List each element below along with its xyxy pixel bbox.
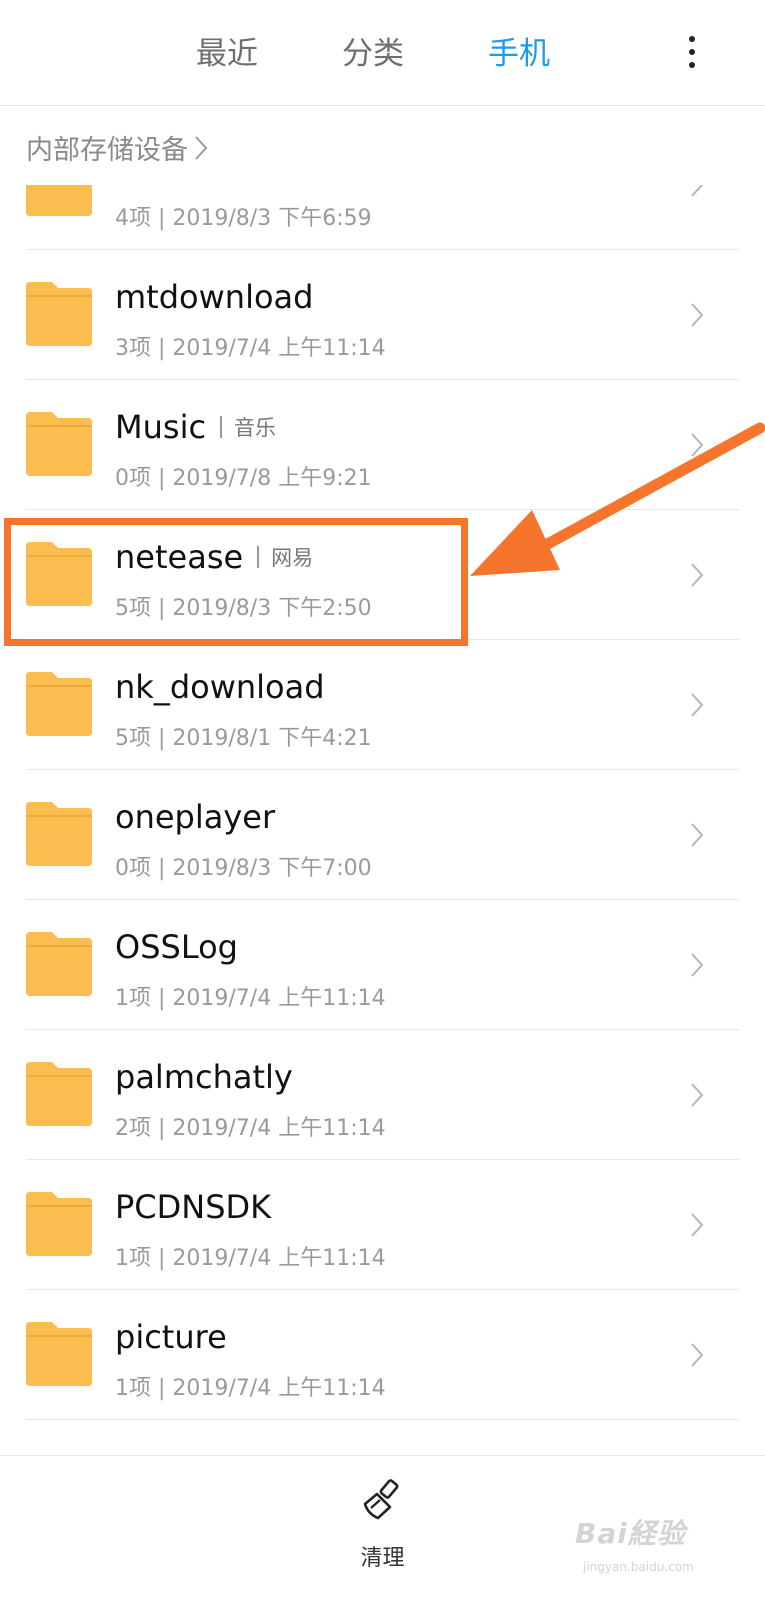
broom-icon (363, 1479, 399, 1520)
folder-icon (26, 412, 92, 476)
chevron-right-icon (195, 135, 208, 160)
tab-phone[interactable]: 手机 (488, 28, 550, 73)
folder-icon (26, 1062, 92, 1126)
chevron-right-icon (691, 953, 704, 977)
folder-meta: 0项 | 2019/8/3 下午7:00 (115, 856, 372, 881)
folder-meta: 1项 | 2019/7/4 上午11:14 (115, 1246, 386, 1271)
watermark-logo: Bai経验 (575, 1517, 686, 1550)
folder-icon (26, 1192, 92, 1256)
top-tab-bar: 最近 分类 手机 (0, 0, 765, 106)
folder-row[interactable]: 4项 | 2019/8/3 下午6:59 (0, 185, 765, 250)
chevron-right-icon (691, 1213, 704, 1237)
folder-name: PCDNSDK (115, 1188, 272, 1226)
chevron-right-icon (691, 1343, 704, 1367)
folder-name: picture (115, 1318, 227, 1356)
folder-icon (26, 932, 92, 996)
folder-icon (26, 672, 92, 736)
baidu-jingyan-watermark: Bai経验 jingyan.baidu.com (575, 1508, 755, 1593)
tab-category[interactable]: 分类 (342, 28, 404, 73)
chevron-right-icon (691, 185, 704, 197)
folder-meta: 5项 | 2019/8/1 下午4:21 (115, 726, 372, 751)
folder-icon (26, 282, 92, 346)
folder-alias: 音乐 (234, 416, 277, 440)
folder-meta: 4项 | 2019/8/3 下午6:59 (115, 206, 372, 231)
folder-row[interactable]: picture 1项 | 2019/7/4 上午11:14 (0, 1290, 765, 1420)
folder-name: palmchatly (115, 1058, 293, 1096)
folder-name: Music (115, 408, 207, 446)
folder-row[interactable]: palmchatly 2项 | 2019/7/4 上午11:14 (0, 1030, 765, 1160)
annotation-highlight-box (4, 518, 468, 646)
folder-name: OSSLog (115, 928, 238, 966)
folder-meta: 1项 | 2019/7/4 上午11:14 (115, 1376, 386, 1401)
more-options-button[interactable] (680, 32, 704, 72)
folder-row[interactable]: mtdownload 3项 | 2019/7/4 上午11:14 (0, 250, 765, 380)
watermark-url: jingyan.baidu.com (583, 1560, 694, 1574)
folder-name: mtdownload (115, 278, 314, 316)
folder-icon (26, 802, 92, 866)
chevron-right-icon (691, 823, 704, 847)
folder-meta: 3项 | 2019/7/4 上午11:14 (115, 336, 386, 361)
folder-row[interactable]: oneplayer 0项 | 2019/8/3 下午7:00 (0, 770, 765, 900)
folder-icon (26, 1322, 92, 1386)
chevron-right-icon (691, 1083, 704, 1107)
clean-label: 清理 (360, 1546, 405, 1571)
chevron-right-icon (691, 303, 704, 327)
folder-list: 4项 | 2019/8/3 下午6:59 mtdownload 3项 | 201… (0, 185, 765, 1455)
folder-meta: 0项 | 2019/7/8 上午9:21 (115, 466, 372, 491)
folder-name: nk_download (115, 668, 325, 706)
folder-meta: 2项 | 2019/7/4 上午11:14 (115, 1116, 386, 1141)
breadcrumb-label: 内部存储设备 (26, 135, 188, 166)
alias-separator (220, 416, 223, 438)
chevron-right-icon (691, 693, 704, 717)
folder-meta: 1项 | 2019/7/4 上午11:14 (115, 986, 386, 1011)
folder-icon (26, 185, 92, 216)
annotation-arrow-icon (470, 422, 765, 576)
clean-button[interactable]: 清理 (340, 1478, 425, 1578)
folder-row[interactable]: nk_download 5项 | 2019/8/1 下午4:21 (0, 640, 765, 770)
folder-name: oneplayer (115, 798, 276, 836)
tab-recent[interactable]: 最近 (196, 28, 258, 73)
folder-row[interactable]: OSSLog 1项 | 2019/7/4 上午11:14 (0, 900, 765, 1030)
breadcrumb[interactable]: 内部存储设备 (26, 128, 208, 167)
folder-row[interactable]: PCDNSDK 1项 | 2019/7/4 上午11:14 (0, 1160, 765, 1290)
